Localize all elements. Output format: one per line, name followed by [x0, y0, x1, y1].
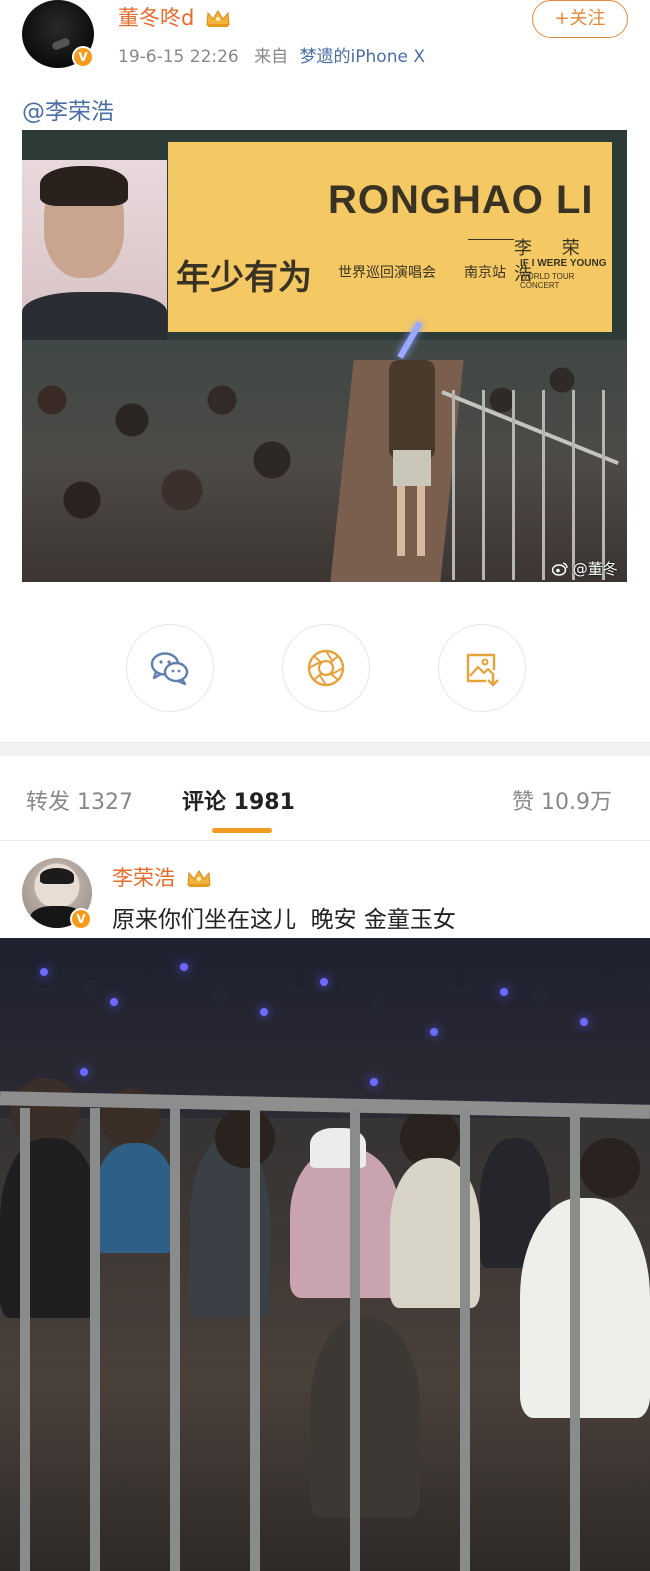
lightstick-glow	[320, 978, 328, 986]
moments-icon	[307, 649, 345, 687]
barrier-bar	[20, 1108, 30, 1571]
mention-link[interactable]: @李荣浩	[22, 92, 114, 126]
tab-repost[interactable]: 转发 1327	[26, 784, 133, 816]
barrier-bar	[570, 1108, 580, 1571]
railing-bar	[542, 390, 545, 580]
post-timestamp: 19-6-15 22:26	[118, 47, 239, 67]
railing-top-bar	[441, 390, 619, 466]
lightstick-glow	[180, 963, 188, 971]
author-name-row[interactable]: 董冬咚d	[118, 2, 231, 32]
railing-bar	[602, 390, 605, 580]
fan-shorts-shape	[393, 450, 431, 486]
share-actions	[0, 624, 650, 714]
image-watermark: @董冬咚d	[551, 558, 627, 582]
railing	[441, 390, 627, 580]
tab-likes[interactable]: 赞 10.9万	[512, 784, 612, 816]
lightstick-glow	[580, 1018, 588, 1026]
comment-image[interactable]	[0, 938, 650, 1571]
audience-body	[290, 1148, 400, 1298]
lightstick-glow	[40, 968, 48, 976]
crown-icon	[187, 870, 211, 887]
avatar-mic-shape	[51, 37, 71, 51]
lightstick-glow	[500, 988, 508, 996]
lightstick-glow	[110, 998, 118, 1006]
tab-comments[interactable]: 评论 1981	[182, 784, 295, 816]
commenter-name-row[interactable]: 李荣浩	[112, 862, 212, 892]
source-prefix: 来自	[254, 47, 289, 67]
save-image-button[interactable]	[438, 624, 526, 712]
banner-en-line2: WORLD TOUR CONCERT	[520, 272, 575, 290]
railing-bar	[482, 390, 485, 580]
banner-title: RONGHAO LI	[328, 178, 594, 222]
author-name[interactable]: 董冬咚d	[118, 6, 194, 30]
screen-portrait	[22, 160, 167, 342]
commenter-name[interactable]: 李荣浩	[112, 866, 175, 890]
banner-tour: 世界巡回演唱会	[338, 265, 436, 281]
audience-head	[215, 1108, 275, 1168]
post-header: V 董冬咚d 19-6-15 22:26 来自 梦遗的iPhone X +关注	[0, 0, 650, 90]
lightstick-glow	[370, 1078, 378, 1086]
fan-leg-shape	[397, 486, 405, 556]
audience-body	[0, 1138, 100, 1318]
section-divider	[0, 742, 650, 756]
crown-icon	[206, 10, 230, 27]
audience-body	[95, 1143, 175, 1253]
post-meta: 19-6-15 22:26 来自 梦遗的iPhone X	[118, 42, 425, 67]
portrait-hair-shape	[40, 166, 128, 206]
audience-stands	[0, 938, 650, 1118]
barrier-bar	[90, 1108, 100, 1571]
railing-bar	[452, 390, 455, 580]
barrier-bar	[460, 1108, 470, 1571]
active-tab-indicator	[212, 828, 272, 833]
banner-divider	[468, 239, 514, 240]
wechat-icon	[150, 652, 189, 686]
comment-text: 原来你们坐在这儿 晚安 金童玉女	[112, 907, 456, 933]
comment-item: V 李荣浩 原来你们坐在这儿 晚安 金童玉女	[0, 850, 650, 940]
lightstick-glow	[260, 1008, 268, 1016]
follow-button[interactable]: +关注	[532, 0, 628, 38]
barrier-bar	[350, 1108, 360, 1571]
moments-share-button[interactable]	[282, 624, 370, 712]
barrier-bar	[170, 1108, 180, 1571]
commenter-hair-shape	[40, 868, 74, 884]
audience-legs	[310, 1318, 420, 1518]
post-tabs: 转发 1327 评论 1981 赞 10.9万	[0, 770, 650, 840]
banner-station: 南京站	[464, 265, 506, 281]
tabs-border	[0, 840, 650, 841]
concert-banner: RONGHAO LI 李 荣浩 年少有为 世界巡回演唱会 南京站 IF I WE…	[168, 142, 612, 332]
weibo-logo-icon	[551, 562, 568, 576]
lightstick-glow	[430, 1028, 438, 1036]
fan-body-shape	[389, 360, 435, 460]
banner-slogan: 年少有为	[176, 258, 312, 298]
lightstick-glow	[80, 1068, 88, 1076]
barrier-bar	[250, 1108, 260, 1571]
verified-badge-icon: V	[72, 46, 94, 68]
railing-bar	[572, 390, 575, 580]
portrait-shirt-shape	[22, 292, 167, 342]
post-image[interactable]: RONGHAO LI 李 荣浩 年少有为 世界巡回演唱会 南京站 IF I WE…	[22, 130, 627, 582]
banner-en-line1: IF I WERE YOUNG	[520, 258, 607, 269]
audience-head	[580, 1138, 640, 1198]
save-image-icon	[466, 653, 499, 687]
verified-badge-icon: V	[70, 908, 92, 930]
dancing-fan	[377, 321, 447, 580]
railing-bar	[512, 390, 515, 580]
fan-leg-shape	[417, 486, 425, 556]
audience-body	[520, 1198, 650, 1418]
source-device[interactable]: 梦遗的iPhone X	[300, 47, 425, 67]
wechat-share-button[interactable]	[126, 624, 214, 712]
